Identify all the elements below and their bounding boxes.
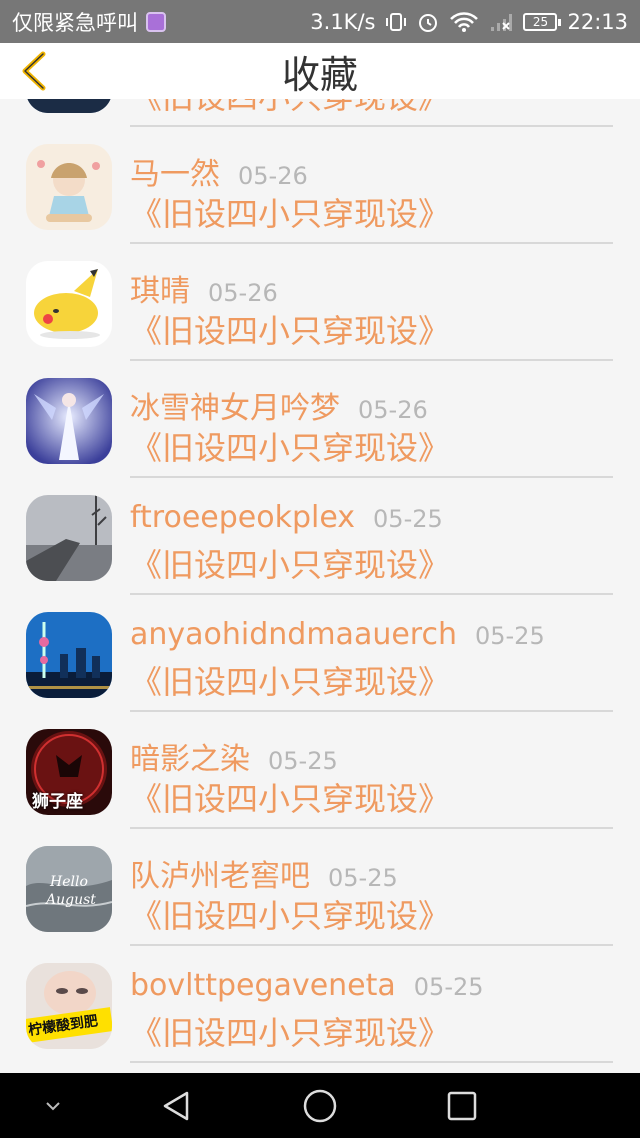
item-author: 冰雪神女月吟梦 xyxy=(130,391,340,426)
item-subject: 《旧设四小只穿现设》 xyxy=(130,546,451,584)
item-author: 琪晴 xyxy=(130,274,190,309)
city-night-avatar xyxy=(26,612,112,698)
item-date: 05-26 xyxy=(358,396,428,424)
back-triangle-icon[interactable] xyxy=(160,1089,194,1123)
item-content: anyaohidndmaauerch 05-25 《旧设四小只穿现设》 xyxy=(130,595,613,712)
item-author: bovlttpegaveneta xyxy=(130,968,396,1003)
signal-icon xyxy=(489,11,513,33)
vibrate-icon xyxy=(385,11,407,33)
list-item[interactable]: 马一然 05-26 《旧设四小只穿现设》 xyxy=(0,127,640,244)
list-item[interactable]: ftroeepeokplex 05-25 《旧设四小只穿现设》 xyxy=(0,478,640,595)
item-date: 05-25 xyxy=(413,973,484,1001)
item-date: 05-25 xyxy=(328,864,398,892)
leo-label: 狮子座 xyxy=(32,792,83,812)
item-subject: 《旧设四小只穿现设》 xyxy=(130,312,451,350)
list-item[interactable]: 狮子座 暗影之染 05-25 《旧设四小只穿现设》 xyxy=(0,712,640,829)
item-content: 琪晴 05-26 《旧设四小只穿现设》 xyxy=(130,244,613,361)
network-speed: 3.1K/s xyxy=(310,9,376,34)
item-date: 05-25 xyxy=(268,747,338,775)
item-author: 马一然 xyxy=(130,157,220,192)
item-date: 05-25 xyxy=(474,622,545,650)
battery-level: 25 xyxy=(532,14,549,29)
item-author: 暗影之染 xyxy=(130,742,250,777)
ice-fairy-avatar xyxy=(26,378,112,464)
favorites-list[interactable]: 《旧设四小只穿现设》 马一然 05-26 《旧设四小只穿现设》 琪晴 05-26 《… xyxy=(0,43,640,1073)
pikachu-avatar xyxy=(26,261,112,347)
item-date: 05-25 xyxy=(373,505,443,533)
item-content: 冰雪神女月吟梦 05-26 《旧设四小只穿现设》 xyxy=(130,361,613,478)
home-circle-icon[interactable] xyxy=(303,1089,337,1123)
list-item[interactable]: Hello August 队泸州老窖吧 05-25 《旧设四小只穿现设》 xyxy=(0,829,640,946)
anime-girl-avatar xyxy=(26,144,112,230)
item-subject: 《旧设四小只穿现设》 xyxy=(130,897,451,935)
gallery-notification-icon xyxy=(146,11,166,32)
carrier-text: 仅限紧急呼叫 xyxy=(12,10,138,35)
sour-lemon-avatar: 柠檬酸到肥 xyxy=(26,963,112,1049)
august-label: August xyxy=(46,892,96,908)
recent-square-icon[interactable] xyxy=(445,1089,479,1123)
item-author: 队泸州老窖吧 xyxy=(130,859,310,894)
wifi-icon xyxy=(449,11,479,33)
item-content: 队泸州老窖吧 05-25 《旧设四小只穿现设》 xyxy=(130,829,613,946)
battery-icon: 25 xyxy=(523,12,562,31)
hello-august-avatar: Hello August xyxy=(26,846,112,932)
clock: 22:13 xyxy=(567,9,628,34)
list-item[interactable]: anyaohidndmaauerch 05-25 《旧设四小只穿现设》 xyxy=(0,595,640,712)
item-content: 马一然 05-26 《旧设四小只穿现设》 xyxy=(130,127,613,244)
item-date: 05-26 xyxy=(208,279,278,307)
list-item[interactable]: 冰雪神女月吟梦 05-26 《旧设四小只穿现设》 xyxy=(0,361,640,478)
chevron-down-icon[interactable] xyxy=(36,1089,70,1123)
item-subject: 《旧设四小只穿现设》 xyxy=(130,429,451,467)
item-subject: 《旧设四小只穿现设》 xyxy=(130,195,451,233)
alarm-icon xyxy=(417,11,439,33)
app-header: 收藏 xyxy=(0,43,640,99)
item-subject: 《旧设四小只穿现设》 xyxy=(130,780,451,818)
item-content: 暗影之染 05-25 《旧设四小只穿现设》 xyxy=(130,712,613,829)
item-subject: 《旧设四小只穿现设》 xyxy=(130,663,451,701)
item-content: ftroeepeokplex 05-25 《旧设四小只穿现设》 xyxy=(130,478,613,595)
item-content: bovlttpegaveneta 05-25 《旧设四小只穿现设》 xyxy=(130,946,613,1063)
back-button[interactable] xyxy=(14,49,54,93)
list-item[interactable]: 琪晴 05-26 《旧设四小只穿现设》 xyxy=(0,244,640,361)
item-date: 05-26 xyxy=(238,162,308,190)
hello-label: Hello xyxy=(50,874,88,890)
leo-zodiac-avatar: 狮子座 xyxy=(26,729,112,815)
item-author: anyaohidndmaauerch xyxy=(130,617,457,652)
status-bar: 仅限紧急呼叫 3.1K/s 25 22:13 xyxy=(0,0,640,43)
page-title: 收藏 xyxy=(281,52,358,97)
item-author: ftroeepeokplex xyxy=(130,500,356,535)
list-item[interactable]: 柠檬酸到肥 bovlttpegaveneta 05-25 《旧设四小只穿现设》 xyxy=(0,946,640,1063)
system-nav-bar xyxy=(0,1073,640,1138)
foggy-path-avatar xyxy=(26,495,112,581)
item-subject: 《旧设四小只穿现设》 xyxy=(130,1014,451,1052)
chevron-left-icon xyxy=(22,51,46,91)
